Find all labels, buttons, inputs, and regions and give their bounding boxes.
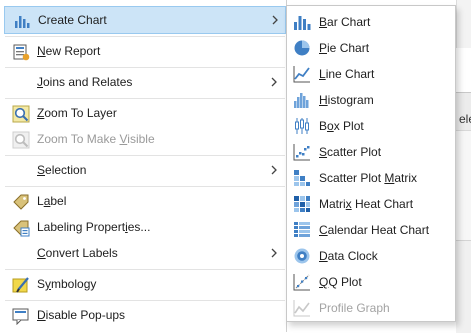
submenu-item-label: Calendar Heat Chart (319, 223, 430, 237)
menu-item-label: Joins and Relates (37, 75, 133, 89)
report-icon (13, 44, 30, 61)
menu-item-disable-popups[interactable]: Disable Pop-ups (4, 302, 286, 330)
menu-item-label: Disable Pop-ups (37, 308, 126, 322)
zoom-layer-icon (12, 105, 30, 123)
menu-item-label: Create Chart (38, 13, 107, 27)
submenu-item-histogram[interactable]: Histogram (287, 87, 455, 113)
menu-item-selection[interactable]: Selection (4, 157, 286, 185)
data-clock-icon (294, 248, 310, 264)
zoom-visible-icon (12, 131, 30, 149)
profile-graph-icon (293, 300, 310, 317)
menu-separator (5, 98, 285, 99)
menu-separator (5, 269, 285, 270)
submenu-item-label: Box Plot (319, 119, 364, 133)
calendar-heat-icon (294, 222, 310, 237)
background-partial-text: ele (459, 112, 471, 126)
submenu-item-calendar-heat-chart[interactable]: Calendar Heat Chart (287, 217, 455, 243)
menu-item-convert-labels[interactable]: Convert Labels (4, 240, 286, 268)
menu-item-zoom-to-make-visible[interactable]: Zoom To Make Visible (4, 126, 286, 154)
submenu-item-box-plot[interactable]: Box Plot (287, 113, 455, 139)
bar-chart-icon (294, 16, 311, 30)
submenu-item-label: Scatter Plot (319, 145, 382, 159)
menu-item-label: Labeling Properties... (37, 220, 151, 234)
labeling-properties-icon (13, 220, 30, 237)
chevron-right-icon (271, 77, 277, 87)
menu-item-label: Zoom To Make Visible (37, 132, 155, 146)
symbology-icon (12, 277, 29, 293)
menu-item-label: Convert Labels (37, 246, 118, 260)
chevron-right-icon (271, 165, 277, 175)
pie-chart-icon (294, 40, 310, 56)
layer-context-menu: Create Chart New Report Joins and Relate… (0, 0, 287, 332)
menu-separator (5, 155, 285, 156)
chart-icon (15, 16, 30, 28)
submenu-item-profile-graph[interactable]: Profile Graph (287, 295, 455, 321)
menu-item-label: Symbology (37, 277, 97, 291)
menu-item-labeling-properties[interactable]: Labeling Properties... (4, 214, 286, 242)
matrix-heat-icon (294, 196, 310, 212)
submenu-item-label: Pie Chart (319, 41, 370, 55)
submenu-item-pie-chart[interactable]: Pie Chart (287, 35, 455, 61)
submenu-item-label: Scatter Plot Matrix (319, 171, 418, 185)
scatter-matrix-icon (294, 170, 310, 186)
menu-separator (5, 67, 285, 68)
menu-item-label: Zoom To Layer (37, 106, 117, 120)
menu-separator (5, 186, 285, 187)
submenu-item-label: Histogram (319, 93, 374, 107)
submenu-item-label: Line Chart (319, 67, 375, 81)
submenu-item-qq-plot[interactable]: QQ Plot (287, 269, 455, 295)
menu-item-label: Selection (37, 163, 87, 177)
menu-item-label: New Report (37, 44, 101, 58)
menu-separator (5, 300, 285, 301)
qq-plot-icon (293, 274, 310, 291)
background-pane (456, 130, 471, 241)
menu-item-symbology[interactable]: Symbology (4, 271, 286, 299)
submenu-item-label: Bar Chart (319, 15, 371, 29)
chevron-right-icon (272, 15, 278, 25)
menu-separator (5, 36, 285, 37)
submenu-item-label: QQ Plot (319, 275, 362, 289)
submenu-item-bar-chart[interactable]: Bar Chart (287, 9, 455, 35)
label-icon (13, 194, 29, 210)
box-plot-icon (295, 118, 309, 134)
create-chart-submenu: Bar Chart Pie Chart Line Chart Histogram (286, 5, 456, 322)
menu-item-zoom-to-layer[interactable]: Zoom To Layer (4, 100, 286, 128)
menu-item-new-report[interactable]: New Report (4, 38, 286, 66)
histogram-icon (294, 93, 309, 108)
submenu-item-label: Data Clock (319, 249, 378, 263)
menu-item-label-toggle[interactable]: Label (4, 188, 286, 216)
submenu-item-label: Profile Graph (319, 301, 390, 315)
background-panel (456, 0, 471, 48)
background-pane-lower (456, 240, 471, 333)
submenu-item-label: Matrix Heat Chart (319, 197, 414, 211)
submenu-item-line-chart[interactable]: Line Chart (287, 61, 455, 87)
menu-item-label: Label (37, 194, 67, 208)
line-chart-icon (293, 66, 310, 83)
menu-item-joins-and-relates[interactable]: Joins and Relates (4, 69, 286, 97)
menu-item-create-chart[interactable]: Create Chart (4, 6, 286, 34)
chevron-right-icon (271, 248, 277, 258)
submenu-item-scatter-plot[interactable]: Scatter Plot (287, 139, 455, 165)
submenu-item-scatter-plot-matrix[interactable]: Scatter Plot Matrix (287, 165, 455, 191)
popup-icon (12, 308, 29, 325)
submenu-item-matrix-heat-chart[interactable]: Matrix Heat Chart (287, 191, 455, 217)
scatter-plot-icon (293, 144, 310, 161)
submenu-item-data-clock[interactable]: Data Clock (287, 243, 455, 269)
